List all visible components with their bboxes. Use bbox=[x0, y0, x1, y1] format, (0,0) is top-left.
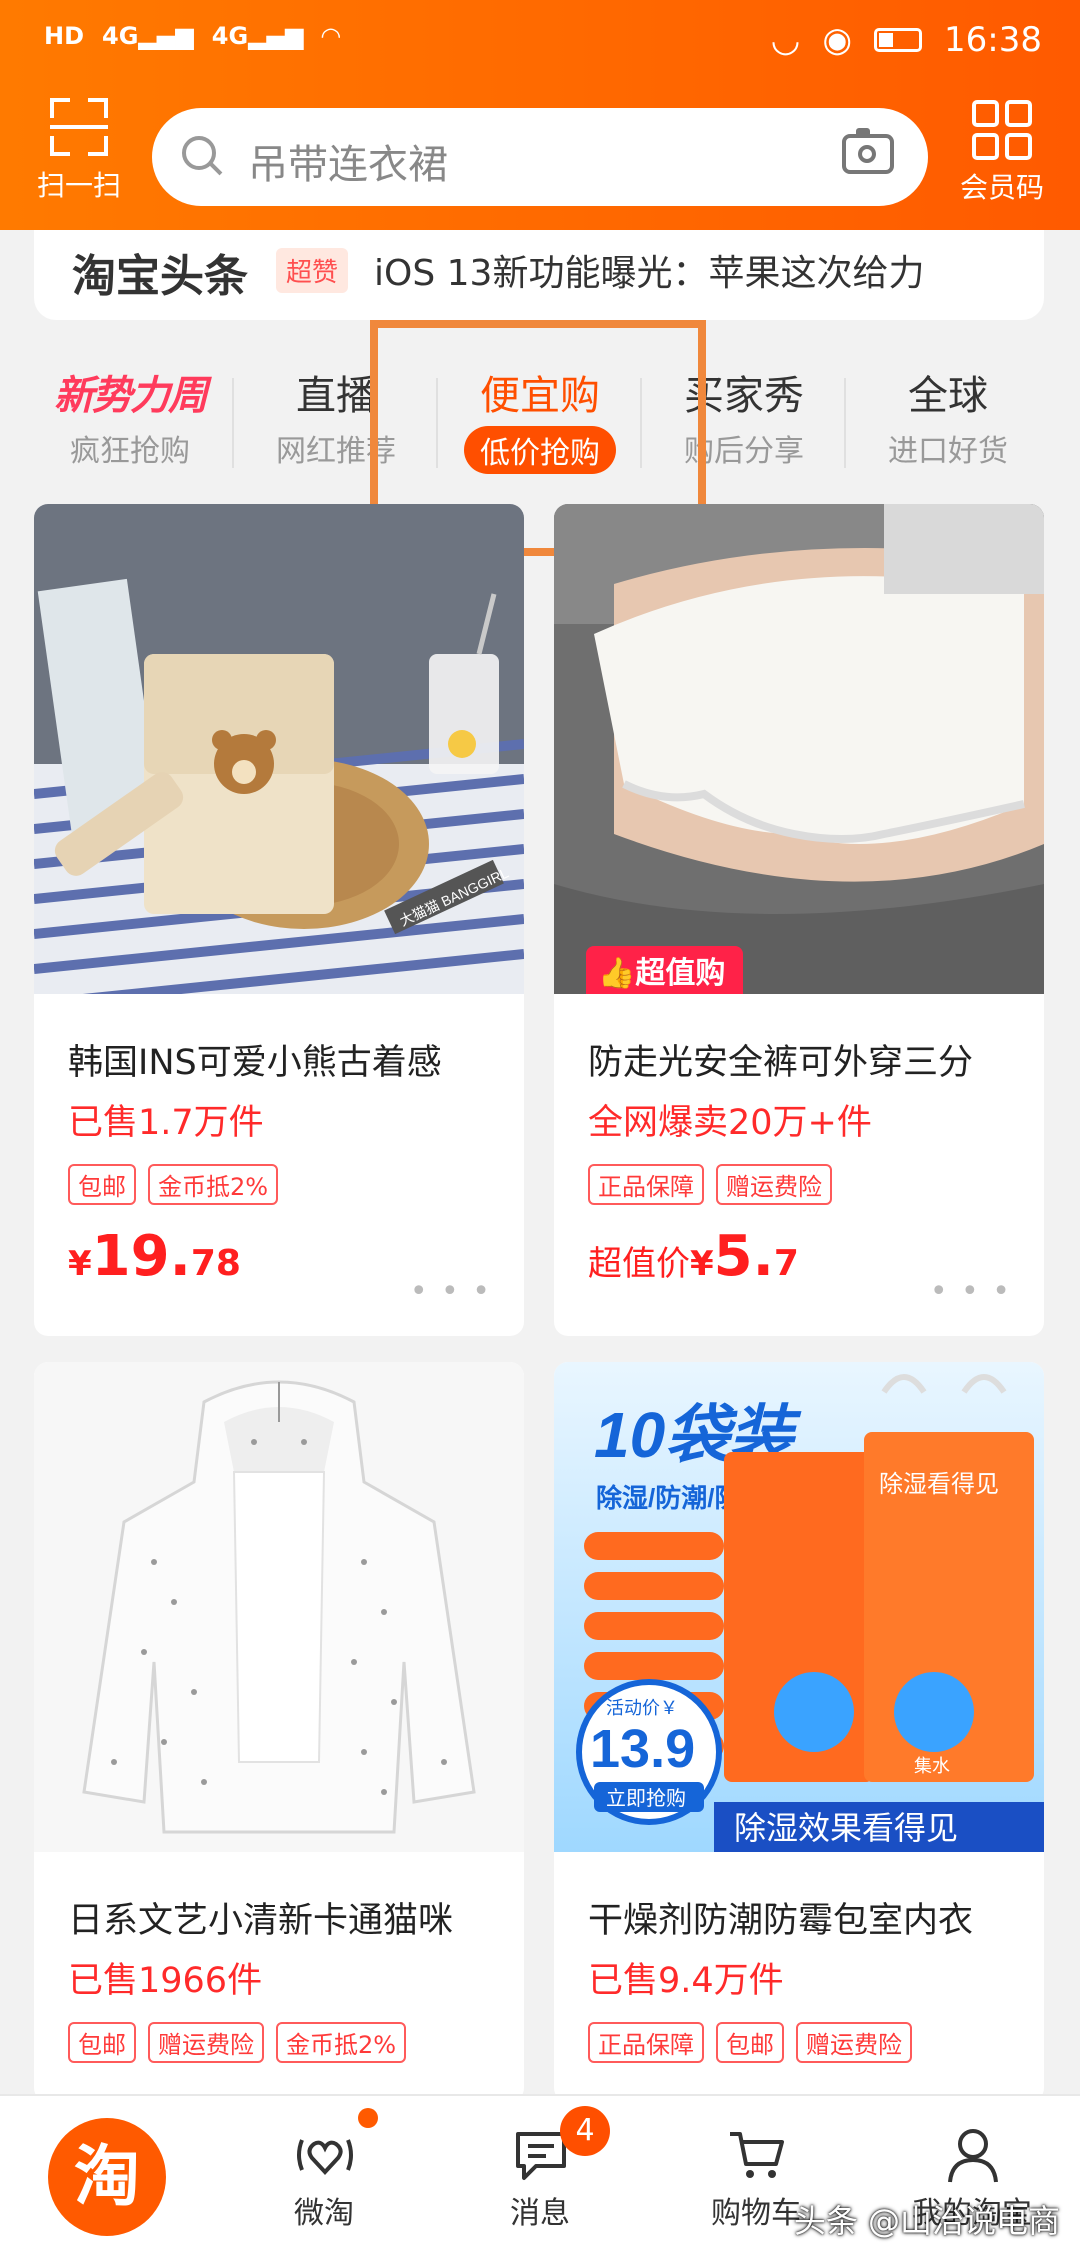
message-count-badge: 4 bbox=[560, 2106, 610, 2156]
channel-new-trend[interactable]: 新势力周 疯狂抢购 bbox=[28, 370, 232, 470]
search-input[interactable]: 吊带连衣裙 bbox=[152, 108, 928, 206]
buy-now-label: 立即抢购 bbox=[606, 1787, 686, 1810]
channel-title: 新势力周 bbox=[54, 373, 208, 419]
pack-label: 除湿看得见 bbox=[879, 1471, 999, 1498]
member-code-button[interactable]: 会员码 bbox=[952, 100, 1052, 206]
slogan-text: 除湿效果看得见 bbox=[734, 1810, 958, 1846]
cart-icon bbox=[730, 2132, 784, 2178]
tag: 金币抵2% bbox=[148, 1164, 279, 1205]
product-price: 超值价¥5.7 bbox=[588, 1224, 799, 1289]
tag: 包邮 bbox=[716, 2022, 784, 2063]
product-card-cat-jacket[interactable]: 日系文艺小清新卡通猫咪 已售1966件 包邮 赠运费险 金币抵2% bbox=[34, 1362, 524, 2102]
super-value-badge: 👍超值购 bbox=[586, 946, 744, 994]
headline-badge: 超赞 bbox=[276, 248, 349, 293]
product-card-desiccant[interactable]: 10袋装 除湿/防潮/防霉 除湿看得见 集水 活动价￥ 13.9 立即抢购 除湿… bbox=[554, 1362, 1044, 2102]
tab-weitao[interactable]: 微淘 bbox=[216, 2096, 432, 2246]
more-icon[interactable]: • • • bbox=[410, 1274, 492, 1309]
tag: 赠运费险 bbox=[148, 2022, 264, 2063]
member-code-label: 会员码 bbox=[959, 171, 1044, 204]
product-card-bear-bag[interactable]: 大猫猫 BANGGIRL 韩国INS可爱小熊古着感 已售1.7万件 包邮 金币抵… bbox=[34, 504, 524, 1336]
product-title: 韩国INS可爱小熊古着感 bbox=[68, 1043, 442, 1083]
signal-icon-2: 4G▂▄▆ bbox=[211, 22, 304, 50]
product-image: 10袋装 除湿/防潮/防霉 除湿看得见 集水 活动价￥ 13.9 立即抢购 除湿… bbox=[554, 1362, 1044, 1852]
channel-title: 全球 bbox=[908, 373, 988, 419]
product-card-safety-shorts[interactable]: 👍超值购 防走光安全裤可外穿三分 全网爆卖20万+件 正品保障 赠运费险 超值价… bbox=[554, 504, 1044, 1336]
more-icon[interactable]: • • • bbox=[930, 1274, 1012, 1309]
tag: 金币抵2% bbox=[276, 2022, 407, 2063]
status-bar: HD 4G▂▄▆ 4G▂▄▆ ◠ ◡ ◉ 16:38 bbox=[0, 0, 1080, 86]
hd-indicator: HD bbox=[44, 22, 85, 50]
bear-bag-photo: 大猫猫 BANGGIRL bbox=[34, 504, 524, 994]
tag: 包邮 bbox=[68, 2022, 136, 2063]
tab-messages[interactable]: 4 消息 bbox=[432, 2096, 648, 2246]
taobao-headlines[interactable]: 淘宝头条 超赞 iOS 13新功能曝光：苹果这次给力 bbox=[34, 230, 1044, 320]
product-title: 日系文艺小清新卡通猫咪 bbox=[68, 1901, 454, 1941]
taobao-logo-icon: 淘 bbox=[48, 2118, 166, 2236]
channel-global[interactable]: 全球 进口好货 bbox=[846, 370, 1050, 470]
signal-icon-1: 4G▂▄▆ bbox=[102, 22, 194, 50]
tag: 赠运费险 bbox=[796, 2022, 912, 2063]
tab-label: 消息 bbox=[510, 2196, 570, 2231]
tab-home[interactable]: 淘 bbox=[0, 2096, 216, 2246]
member-code-icon bbox=[972, 100, 1032, 160]
product-tags: 包邮 赠运费险 金币抵2% bbox=[68, 2022, 407, 2063]
header-bar: HD 4G▂▄▆ 4G▂▄▆ ◠ ◡ ◉ 16:38 扫一扫 吊带连衣裙 会员码 bbox=[0, 0, 1080, 230]
headphone-icon: ◡ bbox=[770, 20, 801, 60]
product-sold: 已售1966件 bbox=[68, 1961, 263, 2001]
status-left: HD 4G▂▄▆ 4G▂▄▆ ◠ bbox=[44, 22, 340, 50]
cat-jacket-photo bbox=[34, 1362, 524, 1852]
wifi-icon: ◠ bbox=[321, 22, 341, 50]
product-image: 大猫猫 BANGGIRL bbox=[34, 504, 524, 994]
scan-label: 扫一扫 bbox=[36, 169, 121, 202]
product-image: 👍超值购 bbox=[554, 504, 1044, 994]
status-right: ◡ ◉ 16:38 bbox=[771, 20, 1042, 60]
product-tags: 正品保障 赠运费险 bbox=[588, 1164, 832, 1205]
camera-icon[interactable] bbox=[842, 128, 894, 174]
water-label: 集水 bbox=[914, 1756, 950, 1776]
desiccant-photo: 10袋装 除湿/防潮/防霉 除湿看得见 集水 活动价￥ 13.9 立即抢购 除湿… bbox=[554, 1362, 1044, 1852]
profile-icon bbox=[948, 2129, 998, 2183]
watermark: 头条 @山治说电商 bbox=[793, 2202, 1060, 2240]
tag: 包邮 bbox=[68, 1164, 136, 1205]
search-icon bbox=[182, 136, 216, 170]
product-image bbox=[34, 1362, 524, 1852]
product-title: 防走光安全裤可外穿三分 bbox=[588, 1043, 974, 1083]
headline-title: 淘宝头条 bbox=[72, 251, 248, 302]
channel-subtitle: 疯狂抢购 bbox=[70, 434, 190, 469]
activity-price: 13.9 bbox=[590, 1719, 695, 1779]
tag: 赠运费险 bbox=[716, 1164, 832, 1205]
product-sold: 已售1.7万件 bbox=[68, 1103, 264, 1143]
safety-shorts-photo bbox=[554, 504, 1044, 994]
tab-label: 微淘 bbox=[294, 2196, 354, 2231]
battery-icon bbox=[874, 28, 923, 52]
eye-icon: ◉ bbox=[822, 20, 853, 60]
search-placeholder: 吊带连衣裙 bbox=[248, 142, 448, 188]
product-sold: 已售9.4万件 bbox=[588, 1961, 784, 2001]
product-sold: 全网爆卖20万+件 bbox=[588, 1103, 872, 1143]
clock: 16:38 bbox=[944, 20, 1042, 60]
product-tags: 正品保障 包邮 赠运费险 bbox=[588, 2022, 912, 2063]
weitao-icon bbox=[297, 2139, 353, 2175]
headline-text[interactable]: iOS 13新功能曝光：苹果这次给力 bbox=[374, 244, 924, 296]
activity-price-label: 活动价￥ bbox=[606, 1698, 678, 1718]
product-tags: 包邮 金币抵2% bbox=[68, 1164, 279, 1205]
scan-button[interactable]: 扫一扫 bbox=[30, 98, 128, 204]
notification-dot bbox=[358, 2108, 378, 2128]
tag: 正品保障 bbox=[588, 2022, 704, 2063]
tag: 正品保障 bbox=[588, 1164, 704, 1205]
channel-subtitle: 进口好货 bbox=[888, 434, 1008, 469]
product-title: 干燥剂防潮防霉包室内衣 bbox=[588, 1901, 974, 1941]
product-price: ¥19.78 bbox=[68, 1224, 241, 1289]
scan-icon bbox=[50, 98, 108, 156]
